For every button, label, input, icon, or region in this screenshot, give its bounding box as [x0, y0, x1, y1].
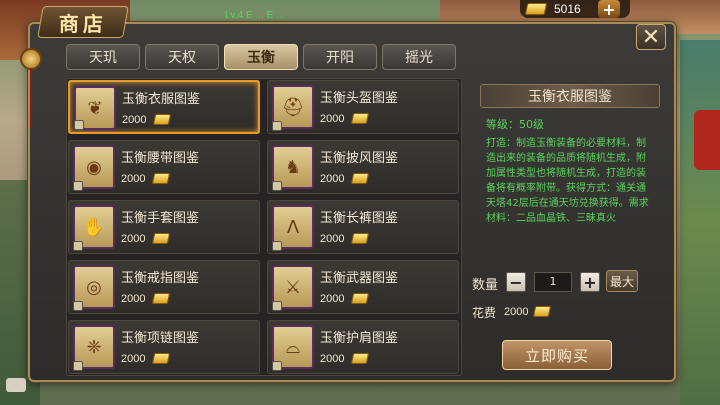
- gold-ingot-icon: [152, 114, 172, 125]
- shop-item-card[interactable]: ⌓ 玉衡护肩图鉴 2000: [267, 320, 459, 374]
- gold-ingot-icon: [151, 233, 171, 244]
- gold-ingot-icon: [350, 233, 370, 244]
- shop-item-card[interactable]: ♞ 玉衡披风图鉴 2000: [267, 140, 459, 194]
- ornament-icon: [20, 48, 42, 70]
- item-price: 2000: [320, 233, 345, 245]
- cost-value: 2000: [504, 306, 529, 318]
- gold-ingot-icon: [350, 173, 370, 184]
- item-name: 玉衡武器图鉴: [320, 271, 399, 286]
- add-gold-button[interactable]: +: [598, 0, 620, 19]
- item-name: 玉衡衣服图鉴: [122, 92, 201, 107]
- tab-4[interactable]: 摇光: [382, 44, 456, 70]
- lock-icon: [73, 361, 83, 371]
- item-name: 玉衡腰带图鉴: [121, 151, 200, 166]
- shop-title: 商店: [59, 11, 107, 36]
- item-price: 2000: [320, 293, 345, 305]
- lock-icon: [272, 361, 282, 371]
- tab-3[interactable]: 开阳: [303, 44, 377, 70]
- lock-icon: [74, 120, 84, 130]
- shop-item-card[interactable]: ◎ 玉衡戒指图鉴 2000: [68, 260, 260, 314]
- lock-icon: [73, 241, 83, 251]
- tab-0[interactable]: 天玑: [66, 44, 140, 70]
- gold-ingot-icon: [350, 353, 370, 364]
- shop-item-card[interactable]: ✋ 玉衡手套图鉴 2000: [68, 200, 260, 254]
- close-button[interactable]: ✕: [636, 24, 666, 50]
- shop-item-card[interactable]: ❈ 玉衡项链图鉴 2000: [68, 320, 260, 374]
- item-name: 玉衡头盔图鉴: [320, 91, 399, 106]
- lock-icon: [272, 301, 282, 311]
- tab-2[interactable]: 玉衡: [224, 44, 298, 70]
- lock-icon: [272, 241, 282, 251]
- detail-title: 玉衡衣服图鉴: [480, 84, 660, 108]
- item-name: 玉衡护肩图鉴: [320, 331, 399, 346]
- max-quantity-button[interactable]: 最大: [606, 270, 638, 292]
- item-price: 2000: [320, 353, 345, 365]
- quantity-input[interactable]: 1: [534, 272, 572, 292]
- quantity-minus-button[interactable]: −: [506, 272, 526, 292]
- item-price: 2000: [121, 353, 146, 365]
- lock-icon: [272, 181, 282, 191]
- shop-title-plate: 商店: [37, 6, 129, 38]
- item-name: 玉衡项链图鉴: [121, 331, 200, 346]
- gold-ingot-icon: [151, 293, 171, 304]
- shop-item-card[interactable]: ❦ 玉衡衣服图鉴 2000: [68, 80, 260, 134]
- gold-ingot-icon: [151, 353, 171, 364]
- quantity-label: 数量: [472, 278, 499, 293]
- detail-panel: 玉衡衣服图鉴 等级：50级 打造：制造玉衡装备的必要材料，制造出来的装备的品质将…: [472, 78, 664, 376]
- lock-icon: [73, 181, 83, 191]
- lock-icon: [272, 121, 282, 131]
- scenery-right: [680, 40, 720, 405]
- gold-ingot-icon: [151, 173, 171, 184]
- item-price: 2000: [121, 233, 146, 245]
- buy-now-button[interactable]: 立即购买: [502, 340, 612, 370]
- detail-level: 等级：50级: [486, 118, 544, 131]
- item-name: 玉衡长裤图鉴: [320, 211, 399, 226]
- gold-ingot-icon: [524, 3, 548, 15]
- gold-ingot-icon: [350, 293, 370, 304]
- shop-item-card[interactable]: Ʌ 玉衡长裤图鉴 2000: [267, 200, 459, 254]
- gold-ingot-icon: [350, 113, 370, 124]
- item-name: 玉衡戒指图鉴: [121, 271, 200, 286]
- item-price: 2000: [320, 173, 345, 185]
- item-price: 2000: [320, 113, 345, 125]
- ornament-tassel: [30, 68, 32, 128]
- gold-amount: 5016: [554, 2, 581, 16]
- item-name: 玉衡手套图鉴: [121, 211, 200, 226]
- chat-icon[interactable]: [6, 378, 26, 392]
- cost-label: 花费: [472, 306, 497, 320]
- shop-item-card[interactable]: ◉ 玉衡腰带图鉴 2000: [68, 140, 260, 194]
- gold-ingot-icon: [532, 306, 552, 317]
- item-name: 玉衡披风图鉴: [320, 151, 399, 166]
- top-message: Lv.4 E ... E ...: [225, 10, 285, 21]
- item-price: 2000: [121, 173, 146, 185]
- lock-icon: [73, 301, 83, 311]
- tab-1[interactable]: 天权: [145, 44, 219, 70]
- shop-item-card[interactable]: ⛑ 玉衡头盔图鉴 2000: [267, 80, 459, 134]
- item-price: 2000: [122, 114, 147, 126]
- quantity-plus-button[interactable]: +: [580, 272, 600, 292]
- detail-description: 打造：制造玉衡装备的必要材料，制造出来的装备的品质将随机生成，附加属性类型也将随…: [486, 138, 649, 224]
- item-price: 2000: [121, 293, 146, 305]
- red-banner: [694, 110, 720, 170]
- shop-item-card[interactable]: ⚔ 玉衡武器图鉴 2000: [267, 260, 459, 314]
